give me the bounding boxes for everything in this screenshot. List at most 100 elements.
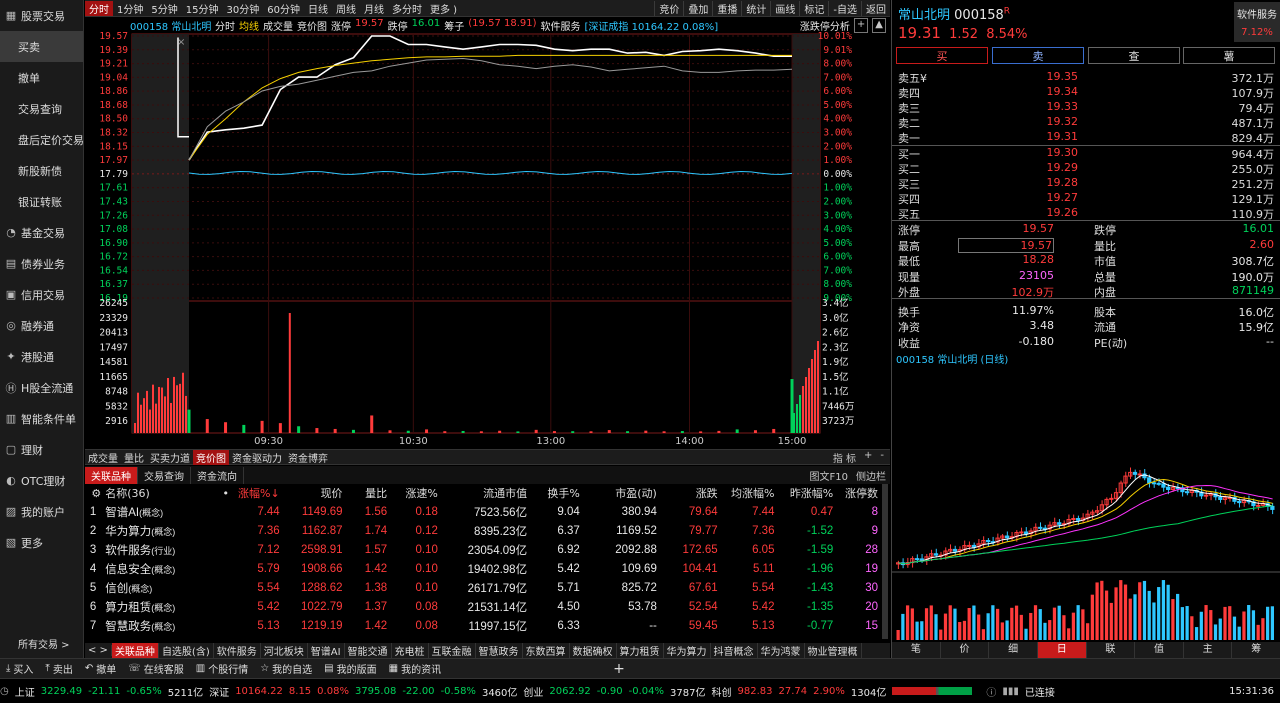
- column-header-4[interactable]: 现价: [284, 484, 347, 502]
- ask-row[interactable]: 卖五¥ 19.35 372.1万: [898, 70, 1274, 85]
- related-tab-1[interactable]: 交易查询: [138, 466, 191, 484]
- settings-icon[interactable]: ⚙: [85, 484, 105, 502]
- sell-button[interactable]: 卖: [992, 47, 1084, 64]
- nav-item-4[interactable]: 盘后定价交易: [0, 124, 84, 155]
- sector-chip-5[interactable]: 智谱AI: [308, 643, 345, 658]
- sector-chip-8[interactable]: 互联金融: [429, 643, 476, 658]
- period-tab-3[interactable]: 15分钟: [182, 1, 223, 16]
- nav-item-9[interactable]: ▣ 信用交易: [0, 279, 83, 310]
- query-button[interactable]: 查: [1088, 47, 1180, 64]
- period-tab-4[interactable]: 30分钟: [222, 1, 263, 16]
- indicator-tab-0[interactable]: 成交量: [85, 450, 121, 465]
- tool-button-1[interactable]: 叠加: [683, 0, 712, 16]
- nav-item-0[interactable]: ▦ 股票交易: [0, 0, 83, 31]
- sector-button[interactable]: 软件服务 7.12%: [1234, 2, 1280, 42]
- indicator-tab-1[interactable]: 量比: [121, 450, 147, 465]
- sector-chip-9[interactable]: 智慧政务: [476, 643, 523, 658]
- indicator-tool-0[interactable]: 指 标: [833, 450, 856, 465]
- column-header-7[interactable]: 流通市值: [442, 484, 531, 502]
- column-header-11[interactable]: 均涨幅%: [722, 484, 779, 502]
- period-tab-2[interactable]: 5分钟: [147, 1, 181, 16]
- ask-row[interactable]: 卖二 19.32 487.1万: [898, 115, 1274, 130]
- column-header-3[interactable]: 涨幅%↓: [233, 484, 284, 502]
- nav-item-6[interactable]: 银证转账: [0, 186, 83, 217]
- related-tab-2[interactable]: 资金流向: [191, 466, 244, 484]
- nav-item-12[interactable]: Ⓗ H股全流通: [0, 372, 83, 403]
- column-header-9[interactable]: 市盈(动): [584, 484, 661, 502]
- tool-button-7[interactable]: 返回: [861, 0, 890, 16]
- period-tab-7[interactable]: 周线: [332, 1, 360, 16]
- sector-chip-1[interactable]: 关联品种: [111, 643, 159, 658]
- table-row[interactable]: 6 算力租赁(概念) 5.42 1022.79 1.37 0.08 21531.14亿 4.5…: [85, 597, 882, 616]
- kline-tab-1[interactable]: 价: [941, 642, 990, 658]
- period-tab-6[interactable]: 日线: [304, 1, 332, 16]
- tool-button-3[interactable]: 统计: [741, 0, 770, 16]
- nav-item-13[interactable]: ▥ 智能条件单: [0, 403, 83, 434]
- misc-button[interactable]: 薯: [1183, 47, 1275, 64]
- table-row[interactable]: 1 智谱AI(概念) 7.44 1149.69 1.56 0.18 7523.56亿 9.04…: [85, 502, 882, 521]
- column-header-10[interactable]: 涨跌: [661, 484, 722, 502]
- nav-item-17[interactable]: ▧ 更多: [0, 527, 83, 558]
- bid-row[interactable]: 买三 19.28 251.2万: [898, 176, 1274, 191]
- nav-item-11[interactable]: ✦ 港股通: [0, 341, 83, 372]
- indicator-tool-1[interactable]: +: [864, 450, 872, 465]
- nav-item-7[interactable]: ◔ 基金交易: [0, 217, 83, 248]
- action-1[interactable]: ⤒ 卖出: [39, 661, 78, 676]
- table-row[interactable]: 3 软件服务(行业) 7.12 2598.91 1.57 0.10 23054.09亿 6.9…: [85, 540, 882, 559]
- bid-row[interactable]: 买一 19.30 964.4万: [898, 146, 1274, 161]
- intraday-chart[interactable]: 19.57 10.01% 19.39 9.01% 19.21 8.00% 19.04 7.00…: [85, 31, 890, 448]
- table-row[interactable]: 7 智慧政务(概念) 5.13 1219.19 1.42 0.08 11997.15亿 6.3…: [85, 616, 882, 635]
- tool-button-4[interactable]: 画线: [770, 0, 799, 16]
- tool-button-2[interactable]: 重播: [712, 0, 741, 16]
- related-tab-0[interactable]: 关联品种: [85, 466, 138, 484]
- nav-item-14[interactable]: ▢ 理财: [0, 434, 83, 465]
- sector-chip-4[interactable]: 河北板块: [261, 643, 308, 658]
- nav-item-5[interactable]: 新股新债: [0, 155, 83, 186]
- sector-chip-7[interactable]: 充电桩: [392, 643, 429, 658]
- indicator-tab-3[interactable]: 竞价图: [193, 449, 229, 465]
- nav-item-2[interactable]: 撤单: [0, 62, 83, 93]
- action-7[interactable]: ▦ 我的资讯: [383, 661, 447, 676]
- ask-row[interactable]: 卖一 19.31 829.4万: [898, 130, 1274, 145]
- kline-tab-0[interactable]: 笔: [892, 642, 941, 658]
- period-tab-9[interactable]: 多分时: [388, 1, 426, 16]
- sector-chip-16[interactable]: 物业管理概: [805, 643, 862, 658]
- bid-row[interactable]: 买二 19.29 255.0万: [898, 161, 1274, 176]
- action-0[interactable]: ⤓ 买入: [0, 661, 39, 676]
- sector-chip-13[interactable]: 华为算力: [664, 643, 711, 658]
- column-header-6[interactable]: 涨速%: [391, 484, 442, 502]
- sector-chip-6[interactable]: 智能交通: [345, 643, 392, 658]
- sector-chip-0[interactable]: < >: [85, 645, 112, 656]
- add-panel-icon[interactable]: +: [607, 661, 631, 677]
- nav-item-16[interactable]: ▨ 我的账户: [0, 496, 83, 527]
- sector-chip-10[interactable]: 东数西算: [523, 643, 570, 658]
- nav-item-15[interactable]: ◐ OTC理财: [0, 465, 83, 496]
- tool-button-0[interactable]: 竞价: [654, 0, 683, 16]
- period-tab-5[interactable]: 60分钟: [263, 1, 304, 16]
- sector-chip-14[interactable]: 抖音概念: [711, 643, 758, 658]
- indicator-tab-2[interactable]: 买卖力道: [147, 450, 193, 465]
- tool-button-5[interactable]: 标记: [799, 0, 828, 16]
- buy-button[interactable]: 买: [896, 47, 988, 64]
- sector-chip-15[interactable]: 华为鸿蒙: [758, 643, 805, 658]
- related-tool-1[interactable]: 侧边栏: [856, 468, 886, 483]
- kline-tab-4[interactable]: 联: [1087, 642, 1136, 658]
- column-header-1[interactable]: 名称(36): [105, 484, 217, 502]
- related-tool-0[interactable]: 图文F10: [810, 468, 848, 483]
- column-header-13[interactable]: 涨停数: [837, 484, 882, 502]
- indicator-tab-4[interactable]: 资金驱动力: [229, 450, 285, 465]
- period-tab-0[interactable]: 分时: [85, 0, 113, 16]
- ask-row[interactable]: 卖四 19.34 107.9万: [898, 85, 1274, 100]
- close-icon[interactable]: ×: [177, 37, 185, 48]
- action-5[interactable]: ☆ 我的自选: [254, 661, 318, 676]
- daily-kline-chart[interactable]: [892, 364, 1280, 642]
- nav-item-8[interactable]: ▤ 债券业务: [0, 248, 83, 279]
- action-6[interactable]: ▤ 我的版面: [318, 661, 382, 676]
- column-header-12[interactable]: 昨涨幅%: [778, 484, 837, 502]
- kline-tab-2[interactable]: 细: [989, 642, 1038, 658]
- all-trades-link[interactable]: 所有交易 >: [18, 636, 70, 651]
- table-row[interactable]: 2 华为算力(概念) 7.36 1162.87 1.74 0.12 8395.23亿 6.37…: [85, 521, 882, 540]
- table-scrollbar[interactable]: [882, 484, 888, 639]
- ask-row[interactable]: 卖三 19.33 79.4万: [898, 100, 1274, 115]
- sector-chip-2[interactable]: 自选股(含): [159, 643, 214, 658]
